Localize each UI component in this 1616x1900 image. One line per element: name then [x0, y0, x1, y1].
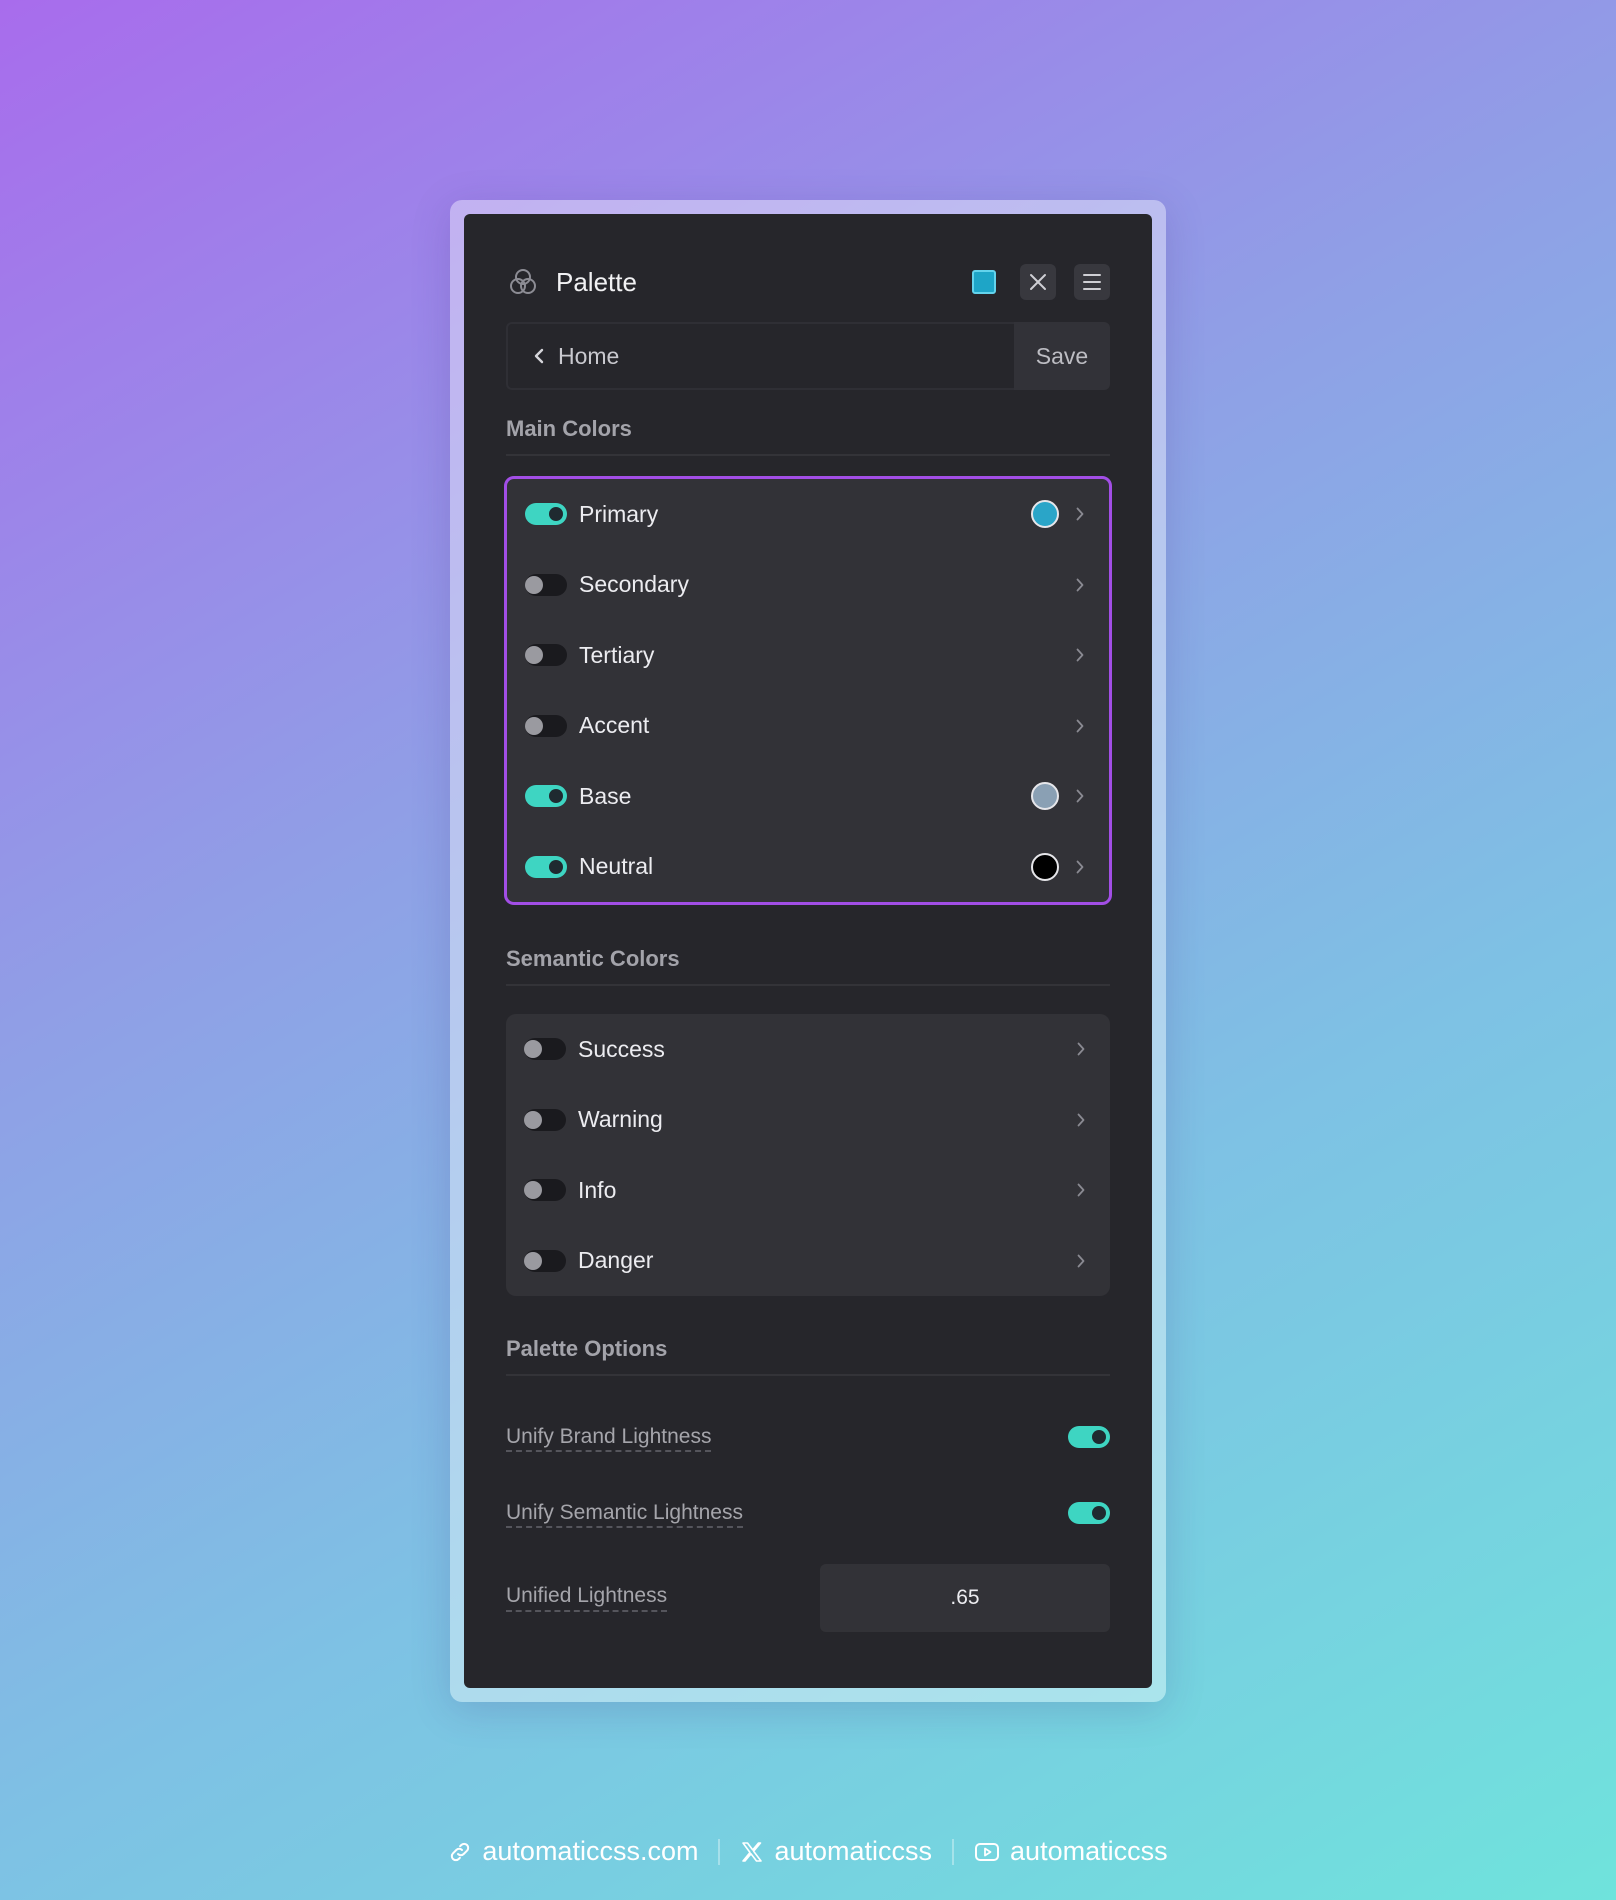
- chevron-right-icon: [1076, 648, 1084, 662]
- breadcrumb-bar: Home Save: [506, 322, 1110, 390]
- palette-panel: Palette Home Save Main Colors Primary Se…: [464, 214, 1152, 1688]
- base-swatch[interactable]: [1031, 782, 1059, 811]
- unified-lightness-option: Unified Lightness: [506, 1578, 668, 1618]
- color-label: Base: [579, 782, 632, 809]
- youtube-icon: [975, 1842, 1000, 1861]
- close-icon: [1030, 274, 1046, 290]
- danger-toggle[interactable]: [524, 1249, 566, 1272]
- unify-semantic-toggle[interactable]: [1068, 1502, 1110, 1524]
- color-label: Neutral: [579, 853, 654, 880]
- color-row-info[interactable]: Info: [506, 1155, 1110, 1226]
- color-row-neutral[interactable]: Neutral: [507, 832, 1109, 903]
- website-text: automaticcss.com: [482, 1836, 699, 1866]
- chevron-right-icon: [1076, 507, 1084, 521]
- dock-square-icon: [972, 270, 996, 294]
- chevron-right-icon: [1076, 860, 1084, 874]
- footer-links: automaticcss.com automaticcss automaticc…: [0, 1836, 1616, 1867]
- neutral-toggle[interactable]: [525, 855, 567, 878]
- home-back-button[interactable]: Home: [506, 322, 1014, 390]
- footer-divider: [952, 1838, 955, 1865]
- close-button[interactable]: [1020, 264, 1056, 300]
- menu-button[interactable]: [1074, 264, 1110, 300]
- x-logo-icon: [742, 1841, 763, 1862]
- color-label: Success: [578, 1035, 665, 1062]
- main-colors-heading: Main Colors: [506, 416, 1110, 456]
- main-colors-list: Primary Secondary Tertiary Accent Base N…: [504, 476, 1112, 905]
- warning-toggle[interactable]: [524, 1108, 566, 1131]
- x-link[interactable]: automaticcss: [740, 1836, 932, 1867]
- color-label: Danger: [578, 1247, 654, 1274]
- chevron-right-icon: [1076, 578, 1084, 592]
- chevron-right-icon: [1077, 1113, 1085, 1127]
- color-label: Primary: [579, 500, 659, 527]
- chevron-right-icon: [1077, 1183, 1085, 1197]
- accent-toggle[interactable]: [525, 714, 567, 737]
- color-label: Tertiary: [579, 641, 655, 668]
- unified-lightness-input[interactable]: .65: [820, 1564, 1110, 1632]
- palette-options-heading: Palette Options: [506, 1336, 1110, 1376]
- color-row-primary[interactable]: Primary: [507, 479, 1109, 550]
- neutral-swatch[interactable]: [1031, 852, 1059, 881]
- youtube-link[interactable]: automaticcss: [974, 1836, 1168, 1867]
- youtube-handle-text: automaticcss: [1010, 1836, 1168, 1866]
- color-label: Secondary: [579, 571, 689, 598]
- semantic-colors-heading: Semantic Colors: [506, 946, 1110, 986]
- dock-button[interactable]: [966, 264, 1002, 300]
- panel-title: Palette: [556, 266, 637, 297]
- color-row-warning[interactable]: Warning: [506, 1085, 1110, 1156]
- save-button[interactable]: Save: [1014, 322, 1110, 390]
- unify-brand-option: Unify Brand Lightness: [506, 1417, 1110, 1457]
- footer-divider: [718, 1838, 721, 1865]
- unify-brand-toggle[interactable]: [1068, 1426, 1110, 1448]
- info-toggle[interactable]: [524, 1179, 566, 1202]
- palette-logo-icon: [510, 269, 536, 294]
- success-toggle[interactable]: [524, 1038, 566, 1061]
- color-row-success[interactable]: Success: [506, 1014, 1110, 1085]
- menu-icon: [1083, 274, 1101, 290]
- color-label: Warning: [578, 1106, 663, 1133]
- panel-header: Palette: [506, 254, 1110, 310]
- secondary-toggle[interactable]: [525, 573, 567, 596]
- unify-semantic-option: Unify Semantic Lightness: [506, 1493, 1110, 1533]
- color-label: Accent: [579, 712, 650, 739]
- unify-brand-label: Unify Brand Lightness: [506, 1425, 712, 1452]
- color-label: Info: [578, 1176, 617, 1203]
- color-row-tertiary[interactable]: Tertiary: [507, 620, 1109, 691]
- home-label: Home: [558, 342, 620, 369]
- color-row-base[interactable]: Base: [507, 761, 1109, 832]
- website-link[interactable]: automaticcss.com: [448, 1836, 698, 1867]
- semantic-colors-list: Success Warning Info Danger: [506, 1014, 1110, 1296]
- color-row-secondary[interactable]: Secondary: [507, 550, 1109, 621]
- chevron-right-icon: [1077, 1254, 1085, 1268]
- unify-semantic-label: Unify Semantic Lightness: [506, 1501, 743, 1528]
- unified-lightness-label: Unified Lightness: [506, 1584, 668, 1612]
- base-toggle[interactable]: [525, 785, 567, 808]
- chevron-left-icon: [534, 348, 544, 364]
- color-row-danger[interactable]: Danger: [506, 1226, 1110, 1297]
- x-handle-text: automaticcss: [774, 1836, 933, 1866]
- chevron-right-icon: [1077, 1042, 1085, 1056]
- color-row-accent[interactable]: Accent: [507, 691, 1109, 762]
- primary-swatch[interactable]: [1031, 500, 1059, 529]
- chevron-right-icon: [1076, 719, 1084, 733]
- tertiary-toggle[interactable]: [525, 644, 567, 667]
- primary-toggle[interactable]: [525, 503, 567, 526]
- link-icon: [451, 1842, 470, 1861]
- chevron-right-icon: [1076, 789, 1084, 803]
